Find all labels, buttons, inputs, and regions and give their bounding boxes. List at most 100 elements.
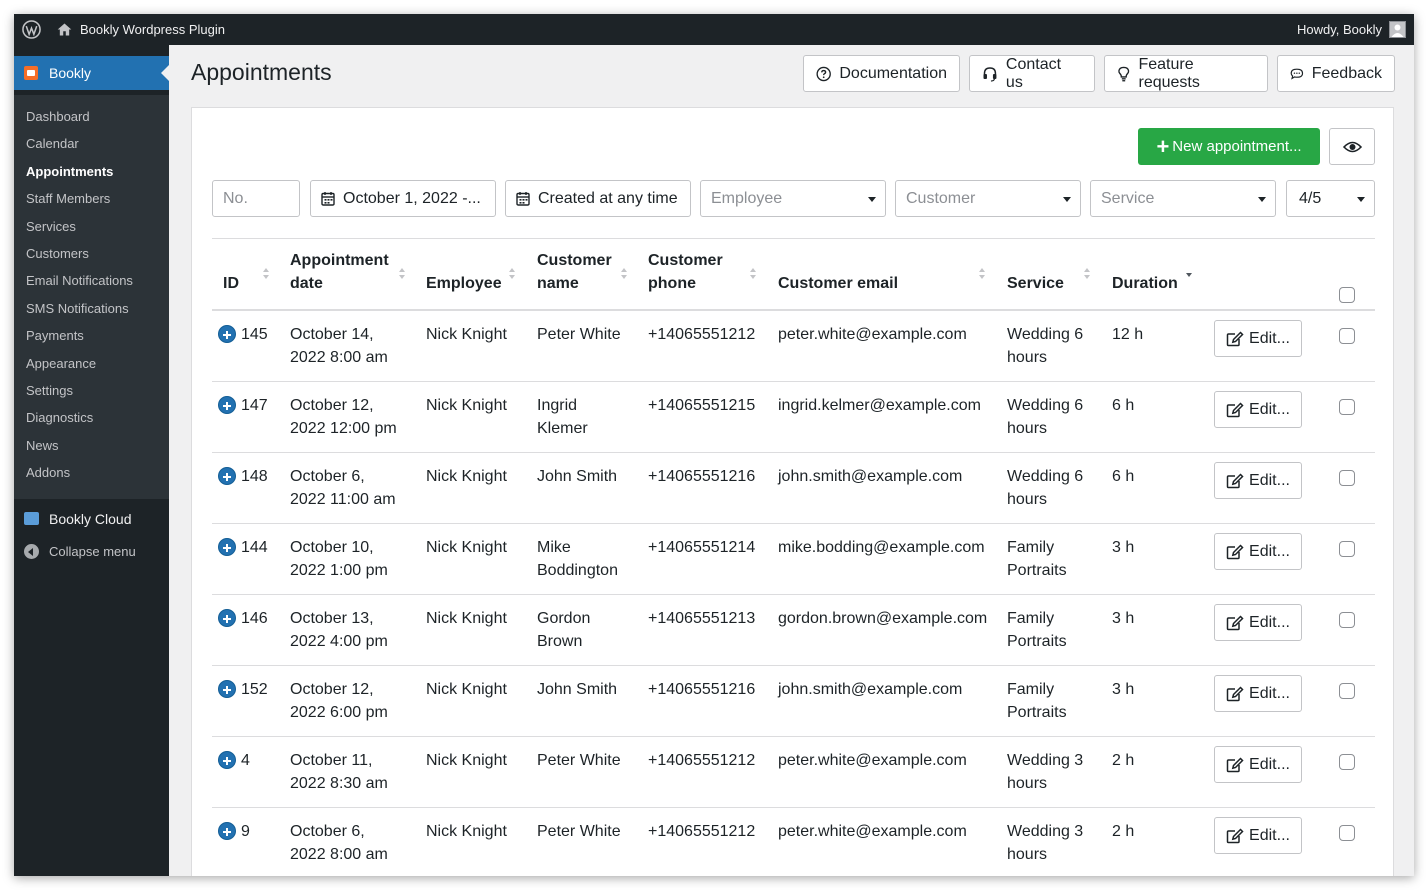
bookly-submenu: Dashboard Calendar Appointments Staff Me…	[14, 95, 169, 499]
new-appointment-button[interactable]: + New appointment...	[1138, 128, 1320, 165]
row-checkbox[interactable]	[1339, 470, 1355, 486]
status-select[interactable]: 4/5	[1286, 180, 1375, 217]
column-header-customer-email[interactable]: Customer email	[778, 272, 898, 295]
sidebar-item-dashboard[interactable]: Dashboard	[14, 103, 169, 130]
table-row: 145 October 14, 2022 8:00 am Nick Knight …	[212, 311, 1375, 382]
column-visibility-button[interactable]	[1329, 128, 1375, 165]
table-row: 146 October 13, 2022 4:00 pm Nick Knight …	[212, 595, 1375, 666]
expand-row-icon[interactable]	[218, 325, 236, 343]
feedback-button[interactable]: Feedback	[1277, 55, 1395, 92]
sidebar-item-sms-notifications[interactable]: SMS Notifications	[14, 295, 169, 322]
feature-requests-label: Feature requests	[1138, 55, 1200, 91]
service-select[interactable]: Service	[1090, 180, 1276, 217]
created-at-value: Created at any time	[538, 189, 678, 207]
sidebar-menu-bookly-cloud[interactable]: Bookly Cloud	[14, 503, 169, 533]
column-header-duration[interactable]: Duration	[1112, 272, 1178, 295]
row-checkbox[interactable]	[1339, 825, 1355, 841]
cell-service: Family Portraits	[1007, 681, 1067, 721]
row-checkbox[interactable]	[1339, 754, 1355, 770]
column-header-customer-name[interactable]: Customer name	[537, 249, 612, 295]
cell-id: 9	[241, 823, 250, 840]
sidebar-menu-bookly[interactable]: Bookly	[14, 56, 169, 90]
cell-service: Wedding 6 hours	[1007, 468, 1084, 508]
row-checkbox[interactable]	[1339, 399, 1355, 415]
home-icon[interactable]	[56, 21, 73, 38]
date-range-filter[interactable]: October 1, 2022 -...	[310, 180, 496, 217]
cell-customer-phone: +14065551216	[648, 468, 756, 485]
edit-appointment-button[interactable]: Edit...	[1214, 746, 1302, 783]
cell-customer-email: ingrid.kelmer@example.com	[778, 397, 981, 414]
cell-appointment-date: October 11, 2022 8:30 am	[290, 752, 388, 792]
row-checkbox[interactable]	[1339, 612, 1355, 628]
edit-appointment-button[interactable]: Edit...	[1214, 675, 1302, 712]
sidebar-item-calendar[interactable]: Calendar	[14, 130, 169, 157]
cell-customer-phone: +14065551215	[648, 397, 756, 414]
customer-select-value: Customer	[906, 189, 976, 207]
contact-us-button[interactable]: Contact us	[969, 55, 1095, 92]
employee-select[interactable]: Employee	[700, 180, 886, 217]
status-select-value: 4/5	[1299, 189, 1322, 207]
column-header-appointment-date[interactable]: Appointment date	[290, 249, 389, 295]
row-checkbox[interactable]	[1339, 541, 1355, 557]
sidebar-item-news[interactable]: News	[14, 432, 169, 459]
sidebar-item-settings[interactable]: Settings	[14, 377, 169, 404]
sidebar-item-payments[interactable]: Payments	[14, 322, 169, 349]
cell-customer-name: Ingrid Klemer	[537, 397, 588, 437]
edit-icon	[1226, 401, 1244, 417]
edit-appointment-button[interactable]: Edit...	[1214, 533, 1302, 570]
expand-row-icon[interactable]	[218, 680, 236, 698]
feature-requests-button[interactable]: Feature requests	[1104, 55, 1268, 92]
expand-row-icon[interactable]	[218, 538, 236, 556]
edit-appointment-button[interactable]: Edit...	[1214, 604, 1302, 641]
edit-icon	[1226, 472, 1244, 488]
column-header-employee[interactable]: Employee	[426, 272, 502, 295]
created-at-filter[interactable]: Created at any time	[505, 180, 691, 217]
select-all-checkbox[interactable]	[1339, 287, 1355, 303]
sidebar-item-appointments[interactable]: Appointments	[14, 158, 169, 185]
edit-appointment-button[interactable]: Edit...	[1214, 320, 1302, 357]
avatar[interactable]	[1389, 21, 1406, 38]
edit-appointment-button[interactable]: Edit...	[1214, 391, 1302, 428]
expand-row-icon[interactable]	[218, 751, 236, 769]
sidebar-item-diagnostics[interactable]: Diagnostics	[14, 404, 169, 431]
customer-select[interactable]: Customer	[895, 180, 1081, 217]
cell-duration: 12 h	[1112, 326, 1144, 343]
cell-customer-name: John Smith	[537, 681, 618, 698]
howdy-user-link[interactable]: Howdy, Bookly	[1297, 22, 1382, 37]
wordpress-logo-icon[interactable]	[22, 20, 41, 39]
cell-id: 144	[241, 539, 268, 556]
cell-customer-name: Mike Boddington	[537, 539, 618, 579]
column-header-customer-phone[interactable]: Customer phone	[648, 249, 723, 295]
expand-row-icon[interactable]	[218, 822, 236, 840]
id-filter-input[interactable]: No.	[212, 180, 300, 217]
column-header-id[interactable]: ID	[223, 272, 239, 295]
expand-row-icon[interactable]	[218, 609, 236, 627]
collapse-menu-button[interactable]: Collapse menu	[14, 535, 169, 565]
bookly-logo-icon	[24, 66, 38, 80]
cell-service: Wedding 6 hours	[1007, 397, 1084, 437]
column-header-service[interactable]: Service	[1007, 272, 1064, 295]
divider	[212, 238, 1375, 239]
table-row: 148 October 6, 2022 11:00 am Nick Knight …	[212, 453, 1375, 524]
documentation-button[interactable]: Documentation	[803, 55, 960, 92]
cell-customer-name: Gordon Brown	[537, 610, 591, 650]
edit-appointment-button[interactable]: Edit...	[1214, 462, 1302, 499]
sidebar-item-addons[interactable]: Addons	[14, 459, 169, 486]
cell-customer-name: Peter White	[537, 752, 621, 769]
sidebar-item-staff-members[interactable]: Staff Members	[14, 185, 169, 212]
cell-id: 145	[241, 326, 268, 343]
cell-customer-phone: +14065551216	[648, 681, 756, 698]
expand-row-icon[interactable]	[218, 396, 236, 414]
site-name-link[interactable]: Bookly Wordpress Plugin	[80, 22, 225, 37]
sidebar-item-email-notifications[interactable]: Email Notifications	[14, 267, 169, 294]
chevron-down-icon	[868, 197, 876, 202]
sidebar-item-appearance[interactable]: Appearance	[14, 350, 169, 377]
cell-service: Family Portraits	[1007, 610, 1067, 650]
edit-appointment-button[interactable]: Edit...	[1214, 817, 1302, 854]
row-checkbox[interactable]	[1339, 683, 1355, 699]
sidebar-item-services[interactable]: Services	[14, 213, 169, 240]
expand-row-icon[interactable]	[218, 467, 236, 485]
row-checkbox[interactable]	[1339, 328, 1355, 344]
cell-employee: Nick Knight	[426, 752, 507, 769]
sidebar-item-customers[interactable]: Customers	[14, 240, 169, 267]
